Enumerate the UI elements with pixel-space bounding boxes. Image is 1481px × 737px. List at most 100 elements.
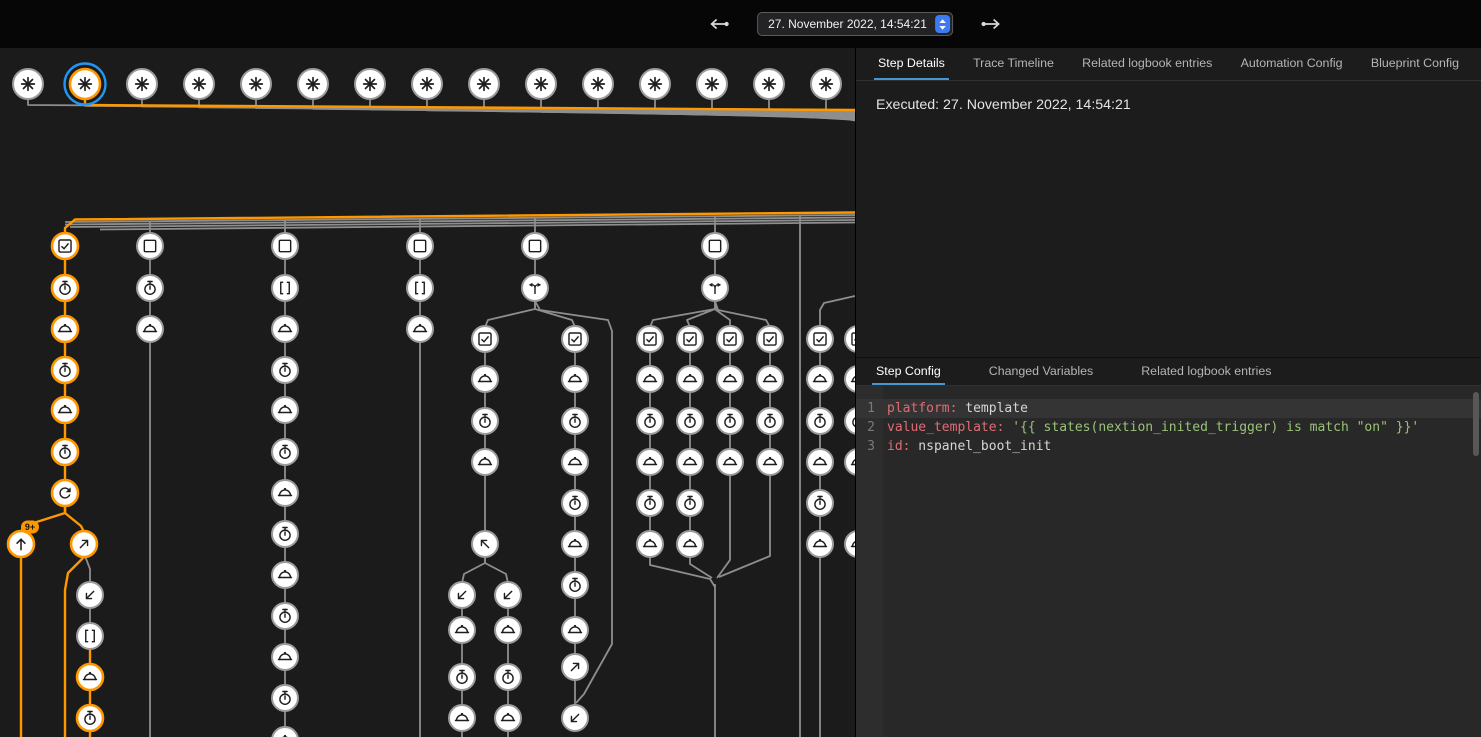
- trace-node-trigger[interactable]: [241, 69, 271, 99]
- code-line[interactable]: 2value_template: '{{ states(nextion_init…: [856, 418, 1481, 437]
- trace-node-trigger[interactable]: [640, 69, 670, 99]
- trace-node-check[interactable]: [472, 326, 498, 352]
- trace-node-dome[interactable]: [472, 366, 498, 392]
- trace-node-trigger[interactable]: [526, 69, 556, 99]
- tab-trace-timeline[interactable]: Trace Timeline: [969, 48, 1058, 80]
- trace-node-timer[interactable]: [807, 408, 833, 434]
- trace-node-timer[interactable]: [272, 685, 298, 711]
- trace-node-dome[interactable]: [717, 366, 743, 392]
- trace-node-trigger[interactable]: [583, 69, 613, 99]
- trace-node-dome[interactable]: [272, 644, 298, 670]
- trace-node-timer[interactable]: [272, 357, 298, 383]
- trace-node-sw[interactable]: [449, 582, 475, 608]
- trace-node-dome[interactable]: [677, 531, 703, 557]
- trace-node-trigger[interactable]: [355, 69, 385, 99]
- trace-node-check[interactable]: [807, 326, 833, 352]
- trace-node-dome[interactable]: [472, 449, 498, 475]
- trace-node-check[interactable]: [677, 326, 703, 352]
- trace-node-dome[interactable]: [272, 397, 298, 423]
- trace-node-dome[interactable]: [52, 316, 78, 342]
- trace-node-trigger[interactable]: [811, 69, 841, 99]
- trace-node-dome[interactable]: [562, 617, 588, 643]
- trace-node-sw[interactable]: [495, 582, 521, 608]
- tab-step-details[interactable]: Step Details: [874, 48, 949, 80]
- trace-node-timer[interactable]: [637, 490, 663, 516]
- next-run-icon[interactable]: [979, 12, 1003, 36]
- trace-node-check[interactable]: [637, 326, 663, 352]
- trace-node-timer[interactable]: [77, 705, 103, 731]
- trace-node-dome[interactable]: [807, 531, 833, 557]
- trace-node-square[interactable]: [137, 233, 163, 259]
- trace-node-dome[interactable]: [637, 531, 663, 557]
- trace-node-timer[interactable]: [449, 664, 475, 690]
- trace-node-square[interactable]: [522, 233, 548, 259]
- trace-node-brackets[interactable]: [272, 275, 298, 301]
- trace-node-dome[interactable]: [562, 449, 588, 475]
- trace-node-dome[interactable]: [77, 664, 103, 690]
- trace-node-dome[interactable]: [407, 316, 433, 342]
- trace-node-trigger[interactable]: [469, 69, 499, 99]
- tab-related-logbook-entries[interactable]: Related logbook entries: [1078, 48, 1216, 80]
- trace-node-timer[interactable]: [52, 275, 78, 301]
- trace-node-trigger[interactable]: [184, 69, 214, 99]
- trace-node-dome[interactable]: [757, 449, 783, 475]
- yaml-editor[interactable]: 1platform: template2value_template: '{{ …: [856, 386, 1481, 737]
- trace-node-timer[interactable]: [562, 408, 588, 434]
- trace-node-dome[interactable]: [717, 449, 743, 475]
- trace-node-dome[interactable]: [272, 562, 298, 588]
- trace-node-check[interactable]: [562, 326, 588, 352]
- trace-node-trigger[interactable]: [65, 64, 106, 105]
- trace-node-timer[interactable]: [677, 408, 703, 434]
- trace-node-timer[interactable]: [495, 664, 521, 690]
- trace-node-timer[interactable]: [137, 275, 163, 301]
- trace-node-trigger[interactable]: [13, 69, 43, 99]
- tab-automation-config[interactable]: Automation Config: [1237, 48, 1347, 80]
- trace-node-up[interactable]: [8, 531, 34, 557]
- trace-node-dome[interactable]: [637, 366, 663, 392]
- trace-node-dome[interactable]: [757, 366, 783, 392]
- trace-node-timer[interactable]: [807, 490, 833, 516]
- trace-node-dome[interactable]: [495, 617, 521, 643]
- trace-node-timer[interactable]: [637, 408, 663, 434]
- trace-node-sw[interactable]: [77, 582, 103, 608]
- trace-node-timer[interactable]: [272, 521, 298, 547]
- trace-node-square[interactable]: [272, 233, 298, 259]
- trace-node-dome[interactable]: [562, 531, 588, 557]
- trace-node-timer[interactable]: [717, 408, 743, 434]
- trace-node-check[interactable]: [757, 326, 783, 352]
- trace-node-timer[interactable]: [757, 408, 783, 434]
- trace-node-ne[interactable]: [562, 654, 588, 680]
- tab-changed-variables[interactable]: Changed Variables: [985, 358, 1097, 385]
- trace-node-dome[interactable]: [807, 449, 833, 475]
- tab-blueprint-config[interactable]: Blueprint Config: [1367, 48, 1463, 80]
- trace-node-dome[interactable]: [807, 366, 833, 392]
- trace-node-dome[interactable]: [272, 727, 298, 737]
- trace-node-check[interactable]: [717, 326, 743, 352]
- trace-node-dome[interactable]: [449, 705, 475, 731]
- trace-node-timer[interactable]: [272, 439, 298, 465]
- trace-node-dome[interactable]: [449, 617, 475, 643]
- trace-node-dome[interactable]: [562, 366, 588, 392]
- trace-node-repeat[interactable]: [52, 480, 78, 506]
- code-line[interactable]: 1platform: template: [856, 399, 1481, 418]
- trace-node-choose[interactable]: [522, 275, 548, 301]
- trace-node-timer[interactable]: [272, 603, 298, 629]
- trace-node-dome[interactable]: [272, 480, 298, 506]
- previous-run-icon[interactable]: [707, 12, 731, 36]
- trace-node-dome[interactable]: [677, 366, 703, 392]
- code-line[interactable]: 3id: nspanel_boot_init: [856, 437, 1481, 456]
- trace-node-timer[interactable]: [562, 572, 588, 598]
- tab-step-config[interactable]: Step Config: [872, 358, 945, 385]
- trace-node-brackets[interactable]: [407, 275, 433, 301]
- trace-node-dome[interactable]: [272, 316, 298, 342]
- trace-node-trigger[interactable]: [697, 69, 727, 99]
- trace-node-trigger[interactable]: [412, 69, 442, 99]
- trace-node-trigger[interactable]: [754, 69, 784, 99]
- run-select[interactable]: 27. November 2022, 14:54:21: [757, 12, 953, 36]
- trace-node-choose[interactable]: [702, 275, 728, 301]
- trace-node-ne[interactable]: [71, 531, 97, 557]
- trace-node-dome[interactable]: [495, 705, 521, 731]
- trace-node-timer[interactable]: [52, 439, 78, 465]
- trace-node-check[interactable]: [52, 233, 78, 259]
- trace-node-dome[interactable]: [637, 449, 663, 475]
